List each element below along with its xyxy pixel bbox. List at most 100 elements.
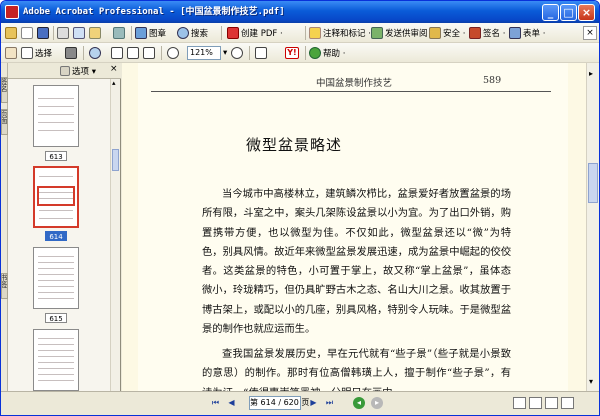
thumbnail-page-label: 615 — [45, 313, 67, 323]
email-icon — [73, 27, 85, 39]
body-paragraph: 当今城市中高楼林立，建筑鳞次栉比，盆景爱好者放置盆景的场所有限，斗室之中，案头几… — [202, 188, 511, 336]
zoom-dropdown-button[interactable]: ▾ — [223, 45, 227, 61]
toolbar-separator — [83, 46, 84, 60]
lock-icon — [429, 27, 441, 39]
trash-icon[interactable] — [60, 66, 70, 76]
send-review-label: 发送供审阅 · — [385, 29, 433, 39]
picture-tasks-button[interactable]: 图章 — [135, 25, 166, 41]
thumbnail-page-label-selected: 614 — [45, 231, 67, 241]
create-pdf-label: 创建 PDF · — [241, 29, 283, 39]
help-icon — [309, 47, 321, 59]
comment-markup-button[interactable]: 注释和标记 · — [309, 25, 371, 41]
first-page-button[interactable]: ⏮ — [209, 397, 222, 409]
title-bar: Adobe Acrobat Professional - [中国盆景制作技艺.p… — [1, 1, 599, 23]
thumbnail-list: 613 614 615 — [8, 79, 110, 391]
search-icon — [177, 27, 189, 39]
organize-icon — [89, 27, 101, 39]
next-view-button[interactable]: ▸ — [371, 397, 383, 409]
select-tool-button[interactable]: 选择 — [21, 45, 52, 61]
close-panel-button[interactable]: × — [110, 64, 118, 74]
scroll-up-arrow[interactable]: ▴ — [112, 79, 119, 89]
scroll-thumb[interactable] — [588, 163, 598, 203]
toolbar-separator — [305, 46, 306, 60]
view-region-box[interactable] — [37, 186, 75, 206]
page-thumbnail-selected[interactable] — [33, 166, 79, 228]
fit-page-button[interactable] — [127, 45, 139, 61]
form-button[interactable]: 表单 · — [509, 25, 545, 41]
open-button[interactable] — [5, 25, 17, 41]
toolbar-options-button[interactable]: × — [583, 26, 597, 40]
sign-button[interactable]: 签名 · — [469, 25, 505, 41]
form-label: 表单 · — [523, 29, 546, 39]
thumbnail-scrollbar[interactable]: ▴ — [110, 79, 120, 391]
print-button[interactable] — [57, 25, 69, 41]
continuous-layout-icon[interactable] — [529, 397, 542, 409]
minimize-button[interactable]: _ — [542, 4, 559, 21]
actual-size-button[interactable] — [111, 45, 123, 61]
security-button[interactable]: 安全 · — [429, 25, 465, 41]
previous-view-button[interactable]: ◂ — [353, 397, 365, 409]
hand-icon — [5, 47, 17, 59]
scroll-down-arrow[interactable]: ▾ — [589, 377, 593, 386]
fit-width-button[interactable] — [143, 45, 155, 61]
send-review-button[interactable]: 发送供审阅 · — [371, 25, 433, 41]
comment-markup-label: 注释和标记 · — [323, 29, 371, 39]
scroll-thumb[interactable] — [112, 149, 119, 171]
acrobat-window: Adobe Acrobat Professional - [中国盆景制作技艺.p… — [0, 0, 600, 416]
zoom-icon — [89, 47, 101, 59]
page-number-field[interactable]: 第 614 / 620 页 — [249, 396, 309, 410]
toolbar-separator — [131, 26, 132, 40]
zoom-tool-button[interactable] — [89, 45, 101, 61]
fit-width-icon — [143, 47, 155, 59]
bookmarks-tab[interactable]: 书签 — [1, 273, 8, 299]
document-scrollbar[interactable]: ▸ ▾ — [586, 63, 599, 391]
save-button[interactable] — [37, 25, 49, 41]
facing-layout-icon[interactable] — [545, 397, 558, 409]
snapshot-button[interactable] — [65, 45, 77, 61]
page-thumbnail[interactable] — [33, 247, 79, 309]
previous-page-button[interactable]: ◀ — [225, 397, 238, 409]
hand-tool-button[interactable] — [5, 45, 17, 61]
navigation-bar: ⏮ ◀ 第 614 / 620 页 ▶ ⏭ ◂ ▸ — [1, 391, 599, 415]
create-button[interactable] — [21, 25, 33, 41]
paperclip-icon — [113, 27, 125, 39]
page-number: 589 — [483, 75, 502, 86]
organize-button[interactable] — [89, 25, 101, 41]
page-thumbnail[interactable] — [33, 329, 79, 391]
create-pdf-button[interactable]: 创建 PDF · — [227, 25, 283, 41]
fit-page-icon — [127, 47, 139, 59]
search-button[interactable]: 搜索 — [177, 25, 208, 41]
single-page-layout-icon[interactable] — [513, 397, 526, 409]
maximize-button[interactable]: □ — [560, 4, 577, 21]
continuous-facing-layout-icon[interactable] — [561, 397, 574, 409]
rotate-button[interactable] — [255, 45, 267, 61]
toolbar-separator — [161, 46, 162, 60]
zoom-level-field[interactable]: 121% — [187, 46, 221, 60]
yahoo-icon: Y! — [285, 47, 299, 59]
form-icon — [509, 27, 521, 39]
close-button[interactable]: × — [578, 4, 595, 21]
yahoo-toolbar-button[interactable]: Y! — [285, 45, 299, 61]
options-label: 选项 — [72, 67, 90, 77]
picture-icon — [135, 27, 147, 39]
zoom-in-button[interactable] — [231, 45, 243, 61]
last-page-button[interactable]: ⏭ — [323, 397, 336, 409]
next-page-button[interactable]: ▶ — [307, 397, 320, 409]
file-toolbar: 图章 搜索 创建 PDF · 注释和标记 · 发送供审阅 · 安全 · 签名 ·… — [1, 23, 599, 43]
email-button[interactable] — [73, 25, 85, 41]
camera-icon — [65, 47, 77, 59]
page-thumbnail[interactable] — [33, 85, 79, 147]
pages-tab[interactable]: 页面 — [1, 109, 8, 135]
toolbar-separator — [53, 26, 54, 40]
open-folder-icon — [5, 27, 17, 39]
help-label: 帮助 · — [323, 49, 346, 59]
help-button[interactable]: 帮助 · — [309, 45, 345, 61]
signature-tab[interactable]: 签名 — [1, 77, 8, 103]
options-menu[interactable]: 选项 ▾ — [72, 65, 96, 77]
scroll-up-arrow[interactable]: ▸ — [589, 69, 593, 78]
attach-button[interactable] — [113, 25, 125, 41]
picture-tasks-label: 图章 — [149, 29, 167, 39]
new-document-icon — [21, 27, 33, 39]
zoom-in-icon — [231, 47, 243, 59]
zoom-out-button[interactable] — [167, 45, 179, 61]
